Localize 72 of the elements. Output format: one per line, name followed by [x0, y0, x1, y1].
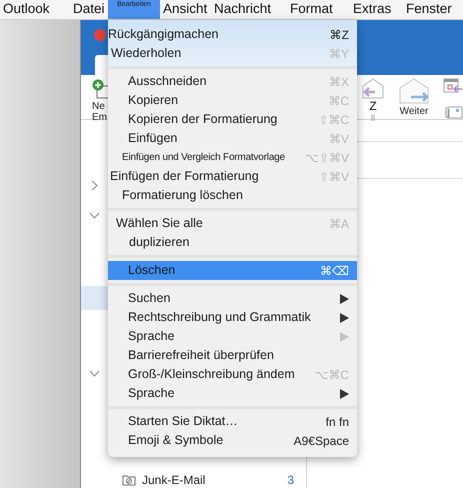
menu-item[interactable]: Sprache — [108, 327, 357, 346]
menu-item-label: Sprache — [128, 328, 175, 346]
menu-bar-item[interactable]: Format — [287, 0, 350, 19]
reply-all-label: Z ll — [369, 100, 377, 124]
unread-count: 3 — [287, 472, 294, 488]
chevron-down-icon[interactable] — [89, 370, 100, 377]
menu-item[interactable]: Einfügen der Formatierung ⇧⌘V — [108, 167, 357, 186]
reply-all-icon[interactable] — [361, 78, 385, 100]
attachment-icon[interactable] — [443, 105, 463, 119]
menu-item-label: Emoji & Symbole — [128, 432, 224, 450]
menu-item[interactable]: Kopieren der Formatierung ⇧⌘C — [108, 110, 357, 129]
menu-item-label: Einfügen der Formatierung — [110, 168, 259, 186]
folder-name[interactable]: Junk-E-Mail — [142, 471, 206, 488]
menu-bar-item[interactable]: Datei — [70, 0, 108, 19]
menu-item[interactable]: Wählen Sie alle ⌘A — [108, 214, 357, 233]
menu-item[interactable]: Groß-/Kleinschreibung ändem ⌥⌘C — [108, 365, 357, 384]
menu-item-label: Wiederholen — [111, 45, 182, 62]
menu-item[interactable]: Sprache — [108, 384, 357, 403]
chevron-down-icon[interactable] — [89, 212, 100, 219]
menu-bar-item[interactable]: Extras — [350, 0, 403, 19]
shortcut: ⇧⌘C — [317, 112, 349, 128]
menu-item-label: Groß-/Kleinschreibung ändem — [128, 366, 295, 384]
menu-item-label: Kopieren — [128, 92, 178, 110]
menu-item-label: Kopieren der Formatierung — [128, 111, 278, 128]
shortcut: ⌥⌘C — [313, 366, 349, 384]
menu-item-label: Suchen — [128, 290, 170, 308]
shortcut: ⌘Y — [328, 46, 349, 62]
menu-item-label: Löschen — [128, 262, 176, 280]
menu-item[interactable]: Rechtschreibung und Grammatik — [108, 308, 357, 327]
menu-bar-item[interactable]: Ansicht — [160, 0, 211, 19]
menu-item-label: Rückgängigmachen — [108, 26, 218, 44]
shortcut: fn fn — [324, 414, 349, 430]
shortcut: ⌘A — [328, 216, 349, 232]
menu-item-label: Einfügen — [128, 130, 178, 148]
menu-item[interactable]: Starten Sie Diktat… fn fn — [108, 412, 357, 431]
menu-item[interactable]: Wiederholen ⌘Y — [108, 44, 357, 63]
shortcut: ⌘X — [328, 74, 349, 90]
forward-label: Weiter — [400, 105, 428, 119]
menu-item[interactable]: Einfügen und Vergleich Formatvorlage ⌥⇧⌘V — [108, 148, 357, 167]
shortcut: A9€Space — [292, 432, 349, 450]
new-email-label: Ne Em — [92, 101, 107, 123]
menu-item-label: Rechtschreibung und Grammatik — [128, 309, 311, 326]
menu-item-label: Einfügen und Vergleich Formatvorlage — [122, 151, 285, 165]
menu-item-label: Ausschneiden — [128, 73, 207, 90]
menu-item[interactable]: Barrierefreiheit überprüfen — [108, 346, 357, 365]
menu-item-label: Wählen Sie alle — [116, 215, 203, 232]
menu-item-label: Barrierefreiheit überprüfen — [128, 347, 274, 364]
menu-item[interactable]: Rückgängigmachen ⌘Z — [108, 25, 357, 44]
menu-item-label: Starten Sie Diktat… — [128, 413, 238, 430]
menu-bar-item[interactable]: Fenster — [403, 0, 463, 19]
menu-item[interactable]: Ausschneiden ⌘X — [108, 72, 357, 91]
shortcut: ⇧⌘V — [318, 168, 349, 186]
menu-item[interactable]: Emoji & Symbole A9€Space — [108, 431, 357, 450]
shortcut: ⌘Z — [328, 26, 349, 44]
menu-item[interactable]: Kopieren ⌘C — [108, 91, 357, 110]
menu-item[interactable]: Löschen ⌘⌫ — [108, 261, 357, 280]
shortcut: ⌘⌫ — [319, 262, 349, 280]
menu-item-label: Formatierung löschen — [122, 187, 243, 204]
menu-item-label: Sprache — [128, 385, 175, 402]
menu-bar-item[interactable]: Outlook — [0, 0, 70, 19]
menu-item[interactable]: Formatierung löschen — [108, 186, 357, 205]
shortcut: ⌘V — [328, 130, 349, 148]
menu-bar-item[interactable]: Nachricht — [211, 0, 287, 19]
menu-item[interactable]: Einfügen ⌘V — [108, 129, 357, 148]
calendar-icon[interactable] — [443, 78, 463, 95]
menu-item-label: duplizieren — [129, 234, 190, 252]
chevron-right-icon[interactable] — [91, 180, 98, 191]
shortcut: ⌥⇧⌘V — [304, 150, 349, 166]
shortcut: ⌘C — [327, 92, 349, 110]
menu-item[interactable]: duplizieren — [108, 233, 357, 252]
forward-icon[interactable] — [397, 78, 431, 104]
menu-item[interactable]: Suchen — [108, 289, 357, 308]
